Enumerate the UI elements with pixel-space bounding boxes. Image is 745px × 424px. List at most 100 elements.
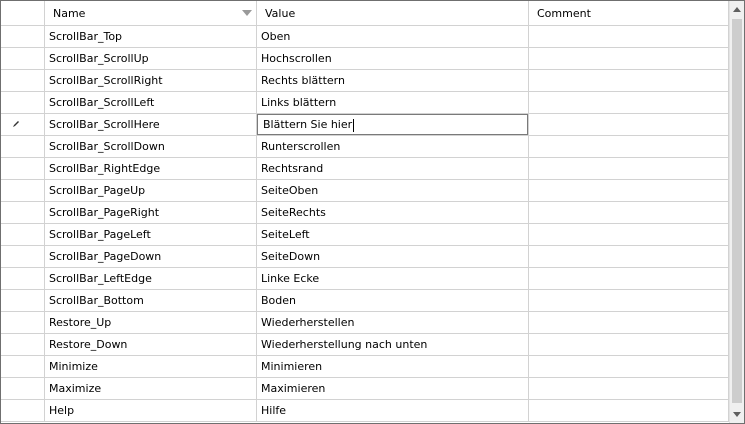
cell-comment[interactable] (529, 180, 729, 202)
cell-name[interactable]: Help (45, 400, 257, 422)
cell-value[interactable]: SeiteRechts (257, 202, 529, 224)
row-selector[interactable] (1, 312, 45, 334)
table-row[interactable]: ScrollBar_PageRight SeiteRechts (1, 202, 729, 224)
cell-name[interactable]: ScrollBar_Top (45, 26, 257, 48)
table-row[interactable]: ScrollBar_PageDown SeiteDown (1, 246, 729, 268)
cell-name[interactable]: ScrollBar_RightEdge (45, 158, 257, 180)
table-row[interactable]: ScrollBar_PageUp SeiteOben (1, 180, 729, 202)
scroll-up-arrow-icon[interactable] (733, 7, 741, 12)
row-selector[interactable] (1, 92, 45, 114)
cell-value[interactable]: SeiteDown (257, 246, 529, 268)
column-header-comment[interactable]: Comment (529, 1, 729, 25)
cell-value[interactable]: Rechtsrand (257, 158, 529, 180)
table-row[interactable]: Restore_Down Wiederherstellung nach unten (1, 334, 729, 356)
row-selector[interactable] (1, 224, 45, 246)
table-row[interactable]: ScrollBar_RightEdge Rechtsrand (1, 158, 729, 180)
row-selector[interactable] (1, 400, 45, 422)
cell-comment[interactable] (529, 92, 729, 114)
cell-name[interactable]: ScrollBar_ScrollRight (45, 70, 257, 92)
cell-comment[interactable] (529, 136, 729, 158)
cell-value[interactable]: Wiederherstellen (257, 312, 529, 334)
row-selector[interactable] (1, 70, 45, 92)
cell-comment[interactable] (529, 224, 729, 246)
cell-comment[interactable] (529, 26, 729, 48)
cell-name[interactable]: Restore_Down (45, 334, 257, 356)
row-selector[interactable] (1, 356, 45, 378)
row-selector[interactable] (1, 26, 45, 48)
table-row[interactable]: ScrollBar_LeftEdge Linke Ecke (1, 268, 729, 290)
cell-comment[interactable] (529, 158, 729, 180)
table-row[interactable]: Restore_Up Wiederherstellen (1, 312, 729, 334)
column-header-value[interactable]: Value (257, 1, 529, 25)
row-selector[interactable] (1, 334, 45, 356)
table-row[interactable]: ScrollBar_Top Oben (1, 26, 729, 48)
table-row[interactable]: Minimize Minimieren (1, 356, 729, 378)
cell-name[interactable]: ScrollBar_ScrollDown (45, 136, 257, 158)
column-header-name[interactable]: Name (45, 1, 257, 25)
row-selector[interactable] (1, 378, 45, 400)
cell-value[interactable]: SeiteOben (257, 180, 529, 202)
cell-comment[interactable] (529, 268, 729, 290)
cell-comment[interactable] (529, 290, 729, 312)
row-selector[interactable] (1, 114, 45, 136)
row-selector[interactable] (1, 202, 45, 224)
cell-comment[interactable] (529, 114, 729, 136)
cell-name[interactable]: ScrollBar_PageDown (45, 246, 257, 268)
scroll-down-arrow-icon[interactable] (733, 412, 741, 417)
header-selector-cell[interactable] (1, 1, 45, 25)
row-selector[interactable] (1, 48, 45, 70)
cell-comment[interactable] (529, 400, 729, 422)
cell-name[interactable]: Minimize (45, 356, 257, 378)
cell-comment[interactable] (529, 202, 729, 224)
row-selector[interactable] (1, 268, 45, 290)
cell-value[interactable]: Maximieren (257, 378, 529, 400)
cell-name[interactable]: ScrollBar_ScrollUp (45, 48, 257, 70)
row-selector[interactable] (1, 246, 45, 268)
table-row[interactable]: ScrollBar_Bottom Boden (1, 290, 729, 312)
table-row[interactable]: ScrollBar_ScrollUp Hochscrollen (1, 48, 729, 70)
cell-value[interactable]: Hochscrollen (257, 48, 529, 70)
cell-comment[interactable] (529, 48, 729, 70)
row-selector[interactable] (1, 180, 45, 202)
cell-name[interactable]: ScrollBar_PageUp (45, 180, 257, 202)
cell-value[interactable]: SeiteLeft (257, 224, 529, 246)
cell-value[interactable]: Oben (257, 26, 529, 48)
cell-value[interactable]: Minimieren (257, 356, 529, 378)
table-row[interactable]: ScrollBar_PageLeft SeiteLeft (1, 224, 729, 246)
cell-value[interactable]: Blättern Sie hier (257, 114, 529, 136)
vertical-scrollbar[interactable] (729, 1, 744, 423)
sort-descending-icon[interactable] (242, 10, 252, 16)
cell-name[interactable]: Maximize (45, 378, 257, 400)
cell-comment[interactable] (529, 356, 729, 378)
scrollbar-thumb[interactable] (732, 19, 742, 403)
cell-value[interactable]: Wiederherstellung nach unten (257, 334, 529, 356)
cell-comment[interactable] (529, 246, 729, 268)
cell-comment[interactable] (529, 70, 729, 92)
table-row[interactable]: Maximize Maximieren (1, 378, 729, 400)
row-selector[interactable] (1, 290, 45, 312)
cell-value[interactable]: Hilfe (257, 400, 529, 422)
cell-value[interactable]: Boden (257, 290, 529, 312)
table-row[interactable]: ScrollBar_ScrollDown Runterscrollen (1, 136, 729, 158)
cell-name[interactable]: ScrollBar_Bottom (45, 290, 257, 312)
cell-name[interactable]: ScrollBar_LeftEdge (45, 268, 257, 290)
table-row[interactable]: ScrollBar_ScrollRight Rechts blättern (1, 70, 729, 92)
row-selector[interactable] (1, 136, 45, 158)
table-row[interactable]: ScrollBar_ScrollLeft Links blättern (1, 92, 729, 114)
row-selector[interactable] (1, 158, 45, 180)
cell-name[interactable]: ScrollBar_PageRight (45, 202, 257, 224)
table-row[interactable]: Help Hilfe (1, 400, 729, 422)
cell-name[interactable]: ScrollBar_ScrollLeft (45, 92, 257, 114)
value-edit-input[interactable]: Blättern Sie hier (257, 114, 528, 135)
cell-comment[interactable] (529, 334, 729, 356)
table-row[interactable]: ScrollBar_ScrollHere Blättern Sie hier (1, 114, 729, 136)
cell-value[interactable]: Links blättern (257, 92, 529, 114)
cell-name[interactable]: ScrollBar_ScrollHere (45, 114, 257, 136)
cell-name[interactable]: Restore_Up (45, 312, 257, 334)
cell-comment[interactable] (529, 312, 729, 334)
cell-value[interactable]: Rechts blättern (257, 70, 529, 92)
cell-value[interactable]: Runterscrollen (257, 136, 529, 158)
cell-comment[interactable] (529, 378, 729, 400)
cell-value[interactable]: Linke Ecke (257, 268, 529, 290)
cell-name[interactable]: ScrollBar_PageLeft (45, 224, 257, 246)
